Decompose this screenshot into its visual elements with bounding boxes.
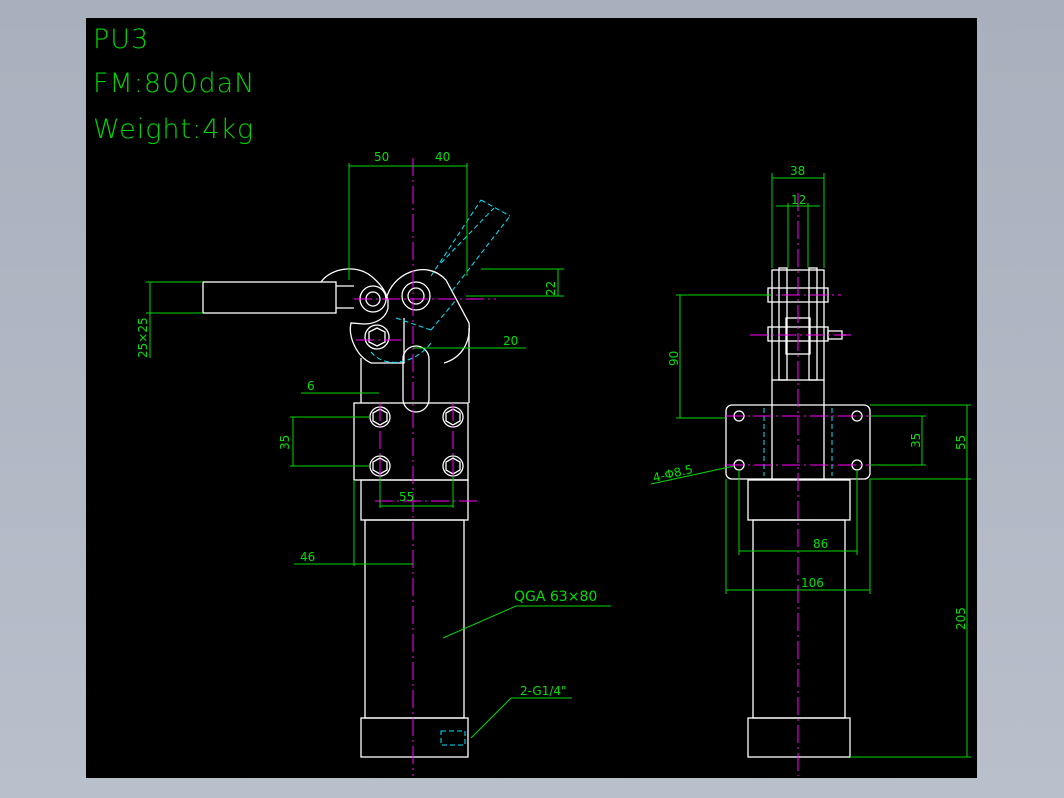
dim-38: 38: [790, 164, 805, 178]
dim-106: 106: [801, 576, 824, 590]
dim-46: 46: [300, 550, 315, 564]
side-view: [650, 173, 971, 776]
dim-25x25: 25×25: [136, 317, 150, 358]
port-callout: 2-G1/4": [520, 684, 567, 698]
front-cylinder-head: [360, 479, 469, 521]
dim-90: 90: [667, 351, 681, 366]
dim-20: 20: [503, 334, 518, 348]
cylinder-callout: QGA 63×80: [514, 589, 597, 605]
dim-40: 40: [435, 150, 450, 164]
dim-55-right: 55: [954, 435, 968, 450]
flange-bolts-front: [369, 406, 464, 477]
dim-35-left: 35: [278, 435, 292, 450]
front-centerlines: [354, 158, 496, 776]
cad-viewport[interactable]: PU3 FM:800daN Weight:4kg 50 40 22 25×25 …: [86, 18, 977, 778]
dim-86: 86: [813, 537, 828, 551]
front-cylinder-cap: [360, 717, 469, 758]
dim-205: 205: [954, 607, 968, 630]
dim-50: 50: [374, 150, 389, 164]
drawing-canvas: 50 40 22 25×25 20 6 35 55 46 38 12 90 35…: [136, 150, 971, 776]
dimension-labels: 50 40 22 25×25 20 6 35 55 46 38 12 90 35…: [136, 150, 968, 698]
handle-grip: [202, 281, 337, 314]
front-dimensions: [146, 163, 611, 739]
dim-35-right: 35: [909, 433, 923, 448]
dim-55-left: 55: [399, 490, 414, 504]
front-flange: [353, 402, 469, 481]
front-cylinder-tube: [364, 519, 465, 719]
open-position-hidden: [370, 199, 511, 363]
holes-callout: 4-Φ8.5: [652, 462, 695, 485]
dim-6: 6: [307, 379, 315, 393]
dim-22: 22: [544, 281, 558, 296]
dim-12: 12: [791, 193, 806, 207]
